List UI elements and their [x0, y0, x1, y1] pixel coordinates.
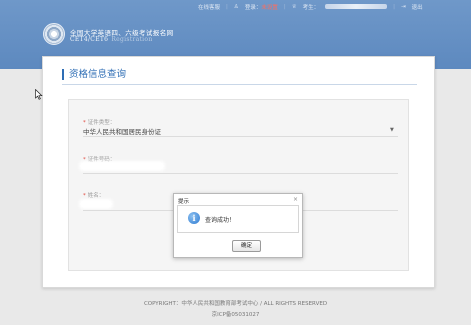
- id-number-redacted: [81, 163, 163, 169]
- separator: |: [283, 3, 286, 10]
- field-underline: [83, 136, 398, 137]
- close-icon[interactable]: ×: [293, 196, 298, 203]
- brand-en-sub: Registration: [111, 36, 153, 43]
- page-title: 资格信息查询: [62, 69, 126, 80]
- cet-logo: [43, 23, 65, 45]
- separator: |: [226, 3, 228, 10]
- logout-icon: ⇥: [401, 3, 406, 10]
- login-prefix: 登录：: [244, 4, 262, 11]
- candidate-label: 考生：: [302, 4, 320, 11]
- name-redacted: [81, 201, 111, 207]
- name-label: * 姓名：: [83, 191, 104, 199]
- mouse-cursor-icon: [35, 89, 43, 100]
- brand-title-en: CET4/CET6 Registration: [70, 36, 152, 43]
- footer-copyright: COPYRIGHT：中华人民共和国教育部考试中心 / ALL RIGHTS RE…: [143, 301, 328, 307]
- dialog-title: 提示: [178, 199, 190, 205]
- candidate-name-redacted: [325, 4, 388, 9]
- separator: |: [393, 3, 396, 10]
- required-mark: *: [83, 193, 86, 199]
- alert-dialog: 提示 × i 查询成功！ 确定: [173, 193, 303, 258]
- online-support-link[interactable]: 在线客服: [198, 3, 220, 11]
- id-type-label: * 证件类型：: [83, 118, 115, 126]
- title-divider: [62, 84, 417, 85]
- user-icon: ♙: [233, 3, 239, 10]
- dialog-message: 查询成功！: [205, 217, 236, 224]
- brand-en-main: CET4/CET6: [70, 36, 109, 43]
- id-type-select[interactable]: 中华人民共和国居民身份证: [83, 126, 161, 136]
- top-links-bar: 在线客服 | ♙ 登录：未设置 | ♕ 考生： | ⇥ 退出: [198, 1, 423, 12]
- id-number-label: * 证件号码：: [83, 155, 115, 163]
- name-label-text: 姓名：: [87, 193, 105, 199]
- footer-icp: 京ICP备05031027: [211, 312, 260, 318]
- confirm-button[interactable]: 确定: [232, 240, 261, 252]
- candidate-icon: ♕: [291, 3, 297, 10]
- info-icon: i: [188, 212, 200, 224]
- chevron-down-icon[interactable]: ▼: [390, 127, 394, 133]
- login-label: 登录：未设置: [245, 3, 278, 11]
- logout-link[interactable]: 退出: [412, 3, 423, 11]
- dialog-message-box: i 查询成功！: [177, 205, 299, 233]
- login-status: 未设置: [261, 4, 278, 11]
- field-underline: [83, 173, 398, 174]
